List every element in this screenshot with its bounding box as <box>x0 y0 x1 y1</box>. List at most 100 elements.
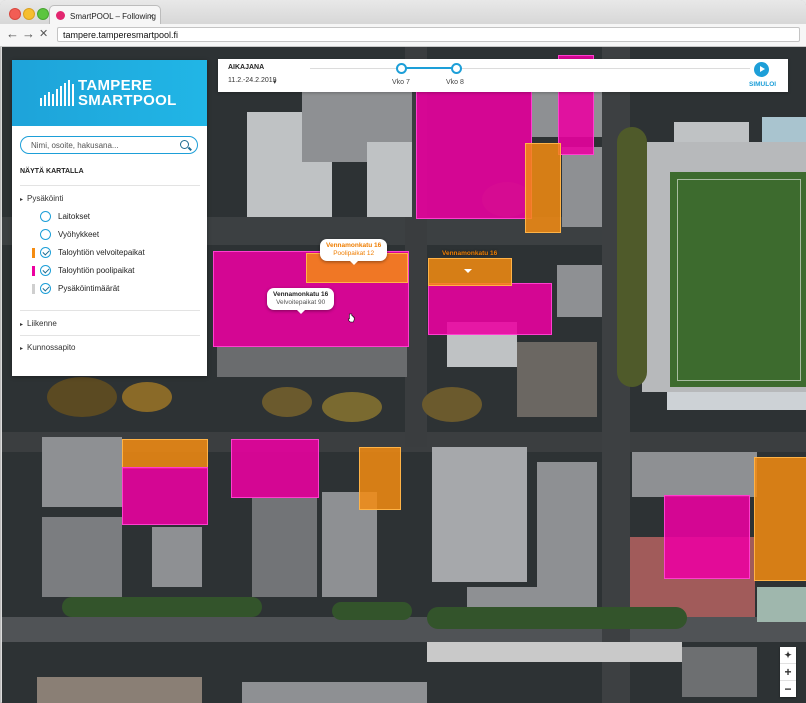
layer-label: Taloyhtiön poolipaikat <box>58 266 135 275</box>
logo-bars-icon <box>40 80 74 106</box>
callout-subtitle: Velvoitepaikat 90 <box>276 299 326 306</box>
building <box>152 527 202 587</box>
section-title: NÄYTÄ KARTALLA <box>20 168 84 175</box>
zoom-control: ✦ + − <box>780 647 796 697</box>
tree <box>322 392 382 422</box>
color-swatch <box>32 284 35 294</box>
building <box>427 642 682 662</box>
tree-row <box>427 607 687 629</box>
pool-parking-area[interactable] <box>122 467 208 525</box>
obligation-parking-area[interactable] <box>359 447 401 510</box>
minimize-window-button[interactable] <box>23 8 35 20</box>
building <box>432 447 527 582</box>
back-arrow-icon[interactable]: ← <box>6 27 19 41</box>
building <box>37 677 202 703</box>
divider <box>20 185 200 186</box>
callout-pool-places: Vennamonkatu 16 Poolipaikat 12 <box>320 239 388 265</box>
stop-reload-icon[interactable]: ✕ <box>39 27 48 41</box>
pool-parking-area[interactable] <box>664 495 750 579</box>
building <box>757 587 806 622</box>
timeline-handle-week-7[interactable] <box>396 63 407 74</box>
group-maintenance[interactable]: ▸ Kunnossapito <box>20 343 76 352</box>
checkbox[interactable] <box>40 265 51 276</box>
divider <box>20 335 200 336</box>
radio-button[interactable] <box>40 229 51 240</box>
close-window-button[interactable] <box>9 8 21 20</box>
tree-row <box>332 602 412 620</box>
brand-header: TAMPERE SMARTPOOL <box>12 60 207 126</box>
maximize-window-button[interactable] <box>37 8 49 20</box>
date-range-select[interactable]: 11.2.-24.2.2019 <box>228 77 277 84</box>
tree <box>47 377 117 417</box>
building <box>682 647 757 697</box>
group-traffic[interactable]: ▸ Liikenne <box>20 319 57 328</box>
pool-parking-area[interactable] <box>231 439 319 498</box>
forward-arrow-icon[interactable]: → <box>22 27 35 41</box>
building <box>252 497 317 597</box>
building <box>562 147 602 227</box>
group-parking[interactable]: ▸ Pysäköinti <box>20 194 63 203</box>
radio-button[interactable] <box>40 211 51 222</box>
play-icon[interactable] <box>754 62 769 77</box>
building <box>517 342 597 417</box>
tree-row <box>62 597 262 617</box>
navigation-bar: ← → ✕ tampere.tamperesmartpool.fi <box>0 24 806 47</box>
zoom-in-button[interactable]: + <box>780 664 796 681</box>
obligation-parking-area[interactable] <box>122 439 208 469</box>
tab-bar: SmartPOOL – Following × <box>0 0 806 27</box>
checkbox[interactable] <box>40 247 51 258</box>
tree <box>122 382 172 412</box>
chevron-down-icon[interactable]: ▾ <box>273 78 277 86</box>
checkbox[interactable] <box>40 283 51 294</box>
callout-title: Vennamonkatu 16 <box>326 242 382 249</box>
side-panel: TAMPERE SMARTPOOL Nimi, osoite, hakusana… <box>12 60 207 376</box>
compass-icon[interactable]: ✦ <box>780 647 796 664</box>
building <box>632 452 757 497</box>
layer-label: Vyöhykkeet <box>58 230 100 239</box>
callout-title: Vennamonkatu 16 <box>273 291 329 298</box>
timeline-title: AIKAJANA <box>228 64 265 71</box>
pool-parking-area[interactable] <box>428 283 552 335</box>
building <box>242 682 427 703</box>
brand-name-line2: SMARTPOOL <box>78 92 177 109</box>
search-input[interactable]: Nimi, osoite, hakusana... <box>20 136 198 154</box>
timeline-track[interactable] <box>310 68 750 69</box>
timeline-week-label: Vko 8 <box>446 79 464 86</box>
obligation-parking-area[interactable] <box>525 143 561 233</box>
timeline-selection[interactable] <box>400 67 458 69</box>
divider <box>20 310 200 311</box>
callout-subtitle: Poolipaikat 12 <box>333 250 375 257</box>
tree-row <box>617 127 647 387</box>
building <box>557 265 602 317</box>
layer-label: Laitokset <box>58 212 91 221</box>
zoom-out-button[interactable]: − <box>780 681 796 697</box>
building <box>42 437 122 507</box>
tree <box>262 387 312 417</box>
search-icon[interactable] <box>180 140 189 149</box>
address-bar[interactable]: tampere.tamperesmartpool.fi <box>57 27 800 42</box>
building <box>217 347 407 377</box>
color-swatch <box>32 248 35 258</box>
callout-obligation-places: Vennamonkatu 16 Velvoitepaikat 90 <box>267 288 335 314</box>
pool-parking-area[interactable] <box>416 89 532 219</box>
tab-close-icon[interactable]: × <box>149 11 154 21</box>
hand-cursor-icon <box>348 313 355 323</box>
search-placeholder: Nimi, osoite, hakusana... <box>31 141 119 150</box>
chevron-right-icon: ▸ <box>20 197 24 203</box>
tree <box>422 387 482 422</box>
tab-title: SmartPOOL – Following <box>70 12 156 21</box>
chevron-right-icon: ▸ <box>20 322 24 328</box>
chevron-right-icon: ▸ <box>20 346 24 352</box>
marker-pointer-icon <box>464 269 472 273</box>
simulate-label[interactable]: SIMULOI <box>749 81 776 88</box>
building <box>367 142 412 217</box>
favicon-icon <box>56 11 65 20</box>
obligation-parking-area[interactable] <box>754 457 806 581</box>
timeline-handle-week-8[interactable] <box>451 63 462 74</box>
map-label: Vennamonkatu 16 <box>442 250 498 257</box>
layer-label: Pysäköintimäärät <box>58 284 120 293</box>
timeline-week-label: Vko 7 <box>392 79 410 86</box>
layer-label: Taloyhtiön velvoitepaikat <box>58 248 145 257</box>
building <box>42 517 122 597</box>
browser-window: SmartPOOL – Following × ← → ✕ tampere.ta… <box>0 0 806 703</box>
